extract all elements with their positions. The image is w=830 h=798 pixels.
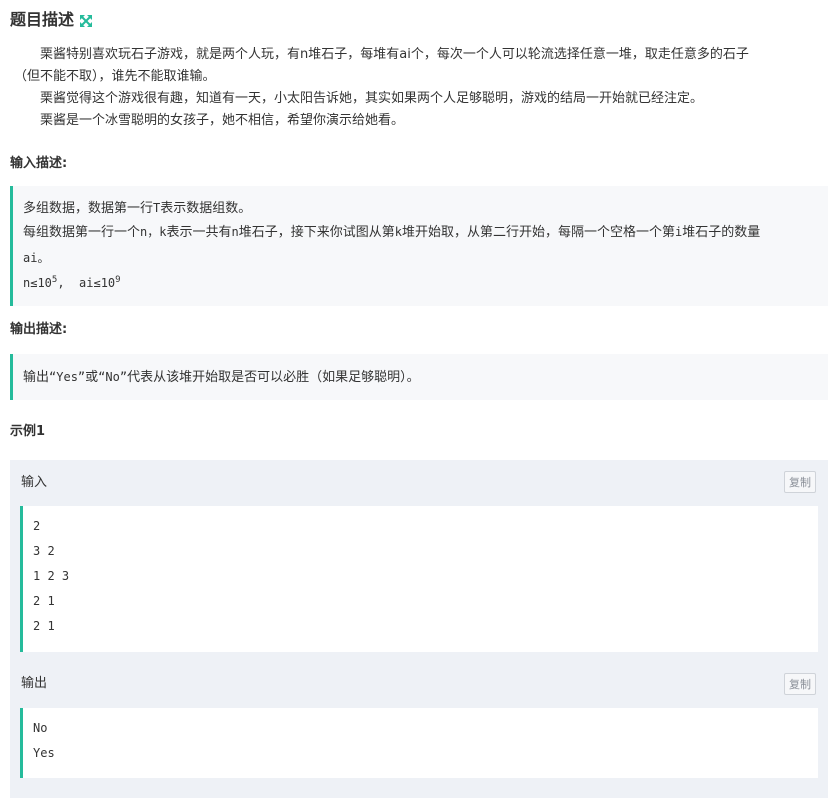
description-paragraph-2: 栗酱觉得这个游戏很有趣，知道有一天，小太阳告诉她，其实如果两个人足够聪明，游戏的… [40, 91, 704, 106]
output-code-line: No [33, 721, 48, 735]
input-lines: 2 3 2 1 2 3 2 1 2 1 [33, 514, 69, 639]
output-desc-line: 输出“Yes”或“No”代表从该堆开始取是否可以必胜（如果足够聪明）。 [23, 365, 420, 390]
expand-icon[interactable] [79, 13, 93, 27]
input-code-line: 2 1 [33, 594, 55, 608]
constraint-ai: ai≤10 [79, 276, 116, 290]
example-input-label: 输入 [21, 475, 48, 490]
input-code-line: 2 [33, 519, 41, 533]
constraint-n: n≤10 [23, 276, 52, 290]
input-code-line: 2 1 [33, 619, 55, 633]
example-output-label: 输出 [21, 676, 48, 691]
input-desc-line-1: 多组数据，数据第一行T表示数据组数。 [23, 196, 251, 221]
output-desc-text: 输出 [23, 370, 50, 385]
input-code-line: 1 2 3 [33, 569, 70, 583]
input-desc-text: 堆石子的数量 [682, 225, 761, 240]
input-desc-code: n [231, 225, 239, 239]
input-description-heading: 输入描述: [10, 156, 68, 171]
input-desc-line-3: ai。 [23, 251, 50, 265]
output-description-box: 输出“Yes”或“No”代表从该堆开始取是否可以必胜（如果足够聪明）。 [10, 354, 828, 400]
input-desc-line-2: 每组数据第一行一个n，k表示一共有n堆石子，接下来你试图从第k堆开始取，从第二行… [23, 220, 760, 245]
copy-output-button[interactable]: 复制 [784, 673, 816, 695]
title-row: 题目描述 [10, 9, 93, 31]
output-desc-code: “Yes” [49, 370, 86, 384]
constraint-separator: , [57, 276, 80, 290]
input-code-line: 3 2 [33, 544, 55, 558]
example-heading: 示例1 [10, 424, 46, 439]
input-desc-text: 每组数据第一行一个 [23, 225, 141, 240]
description-paragraph-1: 栗酱特别喜欢玩石子游戏，就是两个人玩，有n堆石子，每堆有ai个，每次一个人可以轮… [40, 47, 749, 62]
output-desc-text: 代表从该堆开始取是否可以必胜（如果足够聪明）。 [127, 370, 420, 385]
output-code-line: Yes [33, 746, 55, 760]
output-desc-text: 或 [85, 370, 99, 385]
input-desc-text: 堆石子，接下来你试图从第 [238, 225, 395, 240]
input-description-box: 多组数据，数据第一行T表示数据组数。 每组数据第一行一个n，k表示一共有n堆石子… [10, 186, 828, 306]
input-desc-text: 表示数据组数。 [160, 201, 252, 216]
description-paragraph-1-cont: （但不能不取），谁先不能取谁输。 [14, 69, 216, 84]
input-desc-constraints: n≤105, ai≤109 [23, 271, 121, 295]
example-output-code: No Yes [20, 708, 818, 778]
output-lines: No Yes [33, 716, 55, 766]
output-desc-code: “No” [98, 370, 128, 384]
constraint-ai-exponent: 9 [115, 275, 121, 285]
output-description-heading: 输出描述: [10, 322, 68, 337]
copy-input-button[interactable]: 复制 [784, 471, 816, 493]
input-desc-text: 多组数据，数据第一行 [23, 201, 154, 216]
description-paragraph-3: 栗酱是一个冰雪聪明的女孩子，她不相信，希望你演示给她看。 [40, 113, 405, 128]
page-title: 题目描述 [10, 10, 75, 29]
input-desc-code: k [394, 225, 402, 239]
example-card: 输入 复制 2 3 2 1 2 3 2 1 2 1 输出 复制 No Yes [10, 460, 828, 798]
input-desc-text: 堆开始取，从第二行开始，每隔一个空格一个第 [401, 225, 675, 240]
example-input-code: 2 3 2 1 2 3 2 1 2 1 [20, 506, 818, 652]
input-desc-text: 表示一共有 [166, 225, 232, 240]
input-desc-code: n， [140, 225, 160, 239]
